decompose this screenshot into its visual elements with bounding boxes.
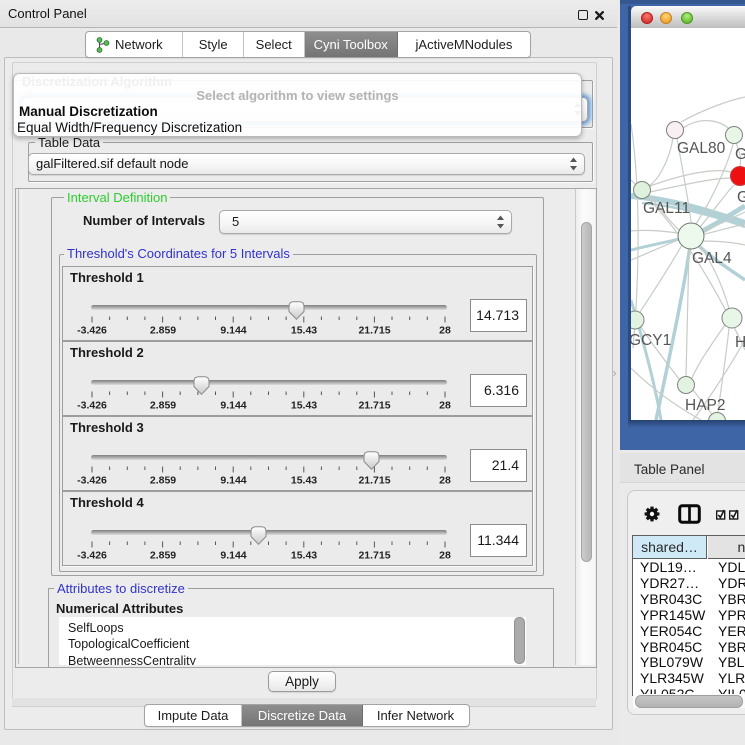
svg-text:9.144: 9.144 xyxy=(220,325,246,336)
svg-text:9.144: 9.144 xyxy=(220,400,246,411)
svg-text:-3.426: -3.426 xyxy=(77,550,107,561)
svg-text:GAL11: GAL11 xyxy=(643,200,690,217)
svg-text:2.859: 2.859 xyxy=(150,550,176,561)
svg-text:15.43: 15.43 xyxy=(291,550,317,561)
svg-text:28: 28 xyxy=(439,400,451,411)
svg-text:GAL4: GAL4 xyxy=(692,250,732,267)
svg-text:28: 28 xyxy=(439,475,451,486)
svg-text:15.43: 15.43 xyxy=(291,475,317,486)
svg-text:HAP2: HAP2 xyxy=(685,397,726,414)
svg-text:15.43: 15.43 xyxy=(291,325,317,336)
svg-text:2.859: 2.859 xyxy=(150,325,176,336)
svg-text:-3.426: -3.426 xyxy=(77,400,107,411)
svg-text:21.715: 21.715 xyxy=(358,325,390,336)
svg-text:G: G xyxy=(737,189,745,206)
svg-text:GAL80: GAL80 xyxy=(677,140,726,157)
svg-text:H: H xyxy=(735,334,745,351)
svg-text:2.859: 2.859 xyxy=(150,475,176,486)
svg-text:28: 28 xyxy=(439,550,451,561)
svg-text:9.144: 9.144 xyxy=(220,475,246,486)
svg-text:21.715: 21.715 xyxy=(358,475,390,486)
svg-text:9.144: 9.144 xyxy=(220,550,246,561)
svg-text:2.859: 2.859 xyxy=(150,400,176,411)
svg-text:GCY1: GCY1 xyxy=(631,332,671,349)
svg-text:28: 28 xyxy=(439,325,451,336)
svg-text:15.43: 15.43 xyxy=(291,400,317,411)
svg-text:21.715: 21.715 xyxy=(358,400,390,411)
svg-text:-3.426: -3.426 xyxy=(77,325,107,336)
svg-text:GA: GA xyxy=(735,146,745,163)
svg-text:21.715: 21.715 xyxy=(358,550,390,561)
svg-text:-3.426: -3.426 xyxy=(77,475,107,486)
